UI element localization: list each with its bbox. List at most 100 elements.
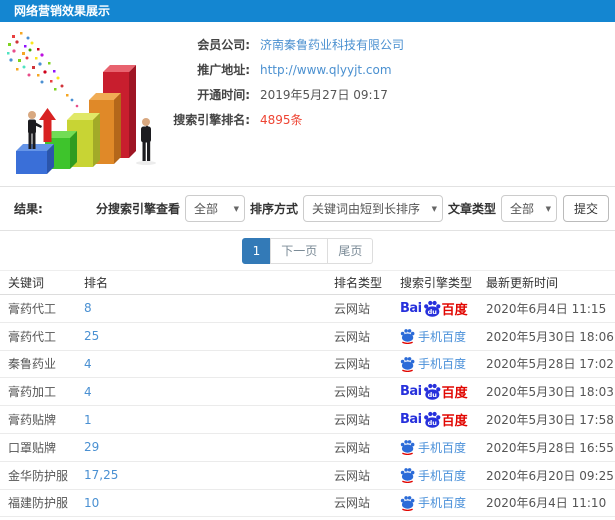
rank-type-cell: 云网站 bbox=[334, 440, 371, 455]
businessman-left bbox=[28, 111, 42, 149]
mobile-baidu-logo: 手机百度 bbox=[400, 467, 466, 484]
baidu-logo: Bai du 百度 bbox=[400, 411, 468, 430]
open-time-label: 开通时间: bbox=[197, 88, 250, 102]
engine-cell: Baidu百度 bbox=[400, 299, 486, 318]
filter-controls: 分搜索引擎查看 全部 ▼ 排序方式 关键词由短到长排序 ▼ 文章类型 全部 ▼ … bbox=[91, 195, 609, 222]
mobile-baidu-paw-icon bbox=[400, 440, 415, 456]
keyword-cell: 金华防护服 bbox=[8, 468, 69, 483]
sort-filter-select[interactable]: 关键词由短到长排序 ▼ bbox=[302, 195, 443, 222]
rank-link[interactable]: 4 bbox=[84, 385, 334, 399]
page-1-button[interactable]: 1 bbox=[241, 237, 272, 264]
next-page-button[interactable]: 下一页 bbox=[270, 237, 329, 264]
rank-type-cell: 云网站 bbox=[334, 357, 371, 372]
header-keyword: 关键词 bbox=[8, 276, 45, 290]
company-label: 会员公司: bbox=[197, 38, 250, 52]
keyword-rank-table: 关键词 排名 排名类型 搜索引擎类型 最新更新时间 膏药代工 8 云网站 Bai… bbox=[0, 270, 615, 520]
keyword-cell: 膏药贴牌 bbox=[8, 413, 57, 428]
marketing-results-page: 网络营销效果展示 会员公司: 济南秦鲁药业科技有限公司 推广地址: http:/… bbox=[0, 0, 615, 520]
article-filter-value: 全部 bbox=[509, 202, 534, 216]
info-row-opened: 开通时间: 2019年5月27日 09:17 bbox=[158, 82, 404, 107]
info-row-rank-count: 搜索引擎排名: 4895条 bbox=[158, 107, 404, 132]
baidu-logo: Bai du 百度 bbox=[400, 384, 468, 402]
updated-cell: 2020年6月4日 11:10 bbox=[486, 496, 607, 511]
title-bar: 网络营销效果展示 bbox=[0, 0, 615, 22]
chevron-down-icon: ▼ bbox=[431, 204, 437, 213]
updated-cell: 2020年5月30日 18:06 bbox=[486, 329, 614, 344]
results-section-label: 结果: bbox=[14, 202, 43, 216]
keyword-cell: 口罩贴牌 bbox=[8, 440, 57, 455]
table-header-row: 关键词 排名 排名类型 搜索引擎类型 最新更新时间 bbox=[0, 270, 615, 295]
rank-type-cell: 云网站 bbox=[334, 329, 371, 344]
header-updated: 最新更新时间 bbox=[486, 276, 559, 290]
rank-link[interactable]: 4 bbox=[84, 357, 334, 371]
table-row: 膏药贴牌 1 云网站 Bai du 百度 2020年5月30日 17:58 bbox=[0, 406, 615, 434]
chevron-down-icon: ▼ bbox=[233, 204, 239, 213]
table-row: 金华防护服 17,25 云网站 手机百度 2020年6月20日 09:25 bbox=[0, 462, 615, 490]
header-engine-type: 搜索引擎类型 bbox=[400, 276, 473, 290]
baidu-paw-icon: du bbox=[423, 300, 441, 317]
mobile-baidu-logo: 手机百度 bbox=[400, 328, 466, 345]
engine-filter-label: 分搜索引擎查看 bbox=[95, 202, 180, 216]
keyword-cell: 福建防护服 bbox=[8, 496, 69, 511]
rank-type-cell: 云网站 bbox=[334, 413, 371, 428]
keyword-cell: 膏药代工 bbox=[8, 301, 57, 316]
profile-section: 会员公司: 济南秦鲁药业科技有限公司 推广地址: http://www.qlyy… bbox=[0, 22, 615, 186]
mobile-baidu-paw-icon bbox=[400, 329, 415, 345]
baidu-paw-icon: du bbox=[423, 411, 441, 428]
engine-cell: 手机百度 bbox=[400, 467, 486, 484]
updated-cell: 2020年6月4日 11:15 bbox=[486, 301, 607, 316]
engine-cell: 手机百度 bbox=[400, 328, 486, 345]
mobile-baidu-paw-icon bbox=[400, 357, 415, 372]
promo-url-link[interactable]: http://www.qlyyjt.com bbox=[260, 63, 392, 77]
engine-filter-value: 全部 bbox=[193, 202, 218, 216]
last-page-button[interactable]: 尾页 bbox=[327, 237, 374, 264]
header-rank-type: 排名类型 bbox=[334, 276, 383, 290]
rank-link[interactable]: 8 bbox=[84, 301, 334, 315]
updated-cell: 2020年5月28日 16:55 bbox=[486, 440, 614, 455]
chevron-down-icon: ▼ bbox=[545, 204, 551, 213]
updated-cell: 2020年5月28日 17:02 bbox=[486, 357, 614, 372]
svg-text:du: du bbox=[427, 391, 437, 399]
rank-link[interactable]: 25 bbox=[84, 329, 334, 343]
mobile-baidu-logo: 手机百度 bbox=[400, 355, 466, 372]
keyword-cell: 膏药加工 bbox=[8, 385, 57, 400]
engine-cell: Baidu百度 bbox=[400, 382, 486, 401]
table-row: 膏药加工 4 云网站 Bai du 百度 2020年5月30日 18:03 bbox=[0, 378, 615, 407]
rank-type-cell: 云网站 bbox=[334, 496, 371, 511]
table-row: 膏药代工 25 云网站 手机百度 2020年5月30日 18:06 bbox=[0, 323, 615, 351]
rank-type-cell: 云网站 bbox=[334, 468, 371, 483]
promo-url-label: 推广地址: bbox=[197, 63, 250, 77]
info-row-company: 会员公司: 济南秦鲁药业科技有限公司 bbox=[158, 32, 404, 57]
rank-link[interactable]: 10 bbox=[84, 496, 334, 510]
engine-filter-select[interactable]: 全部 ▼ bbox=[184, 195, 245, 222]
header-rank: 排名 bbox=[84, 276, 109, 290]
rank-link[interactable]: 29 bbox=[84, 440, 334, 454]
article-filter-select[interactable]: 全部 ▼ bbox=[500, 195, 557, 222]
growth-chart-image bbox=[7, 32, 156, 174]
updated-cell: 2020年5月30日 18:03 bbox=[486, 385, 614, 400]
table-row: 膏药代工 8 云网站 Bai du 百度 2020年6月4日 11:15 bbox=[0, 295, 615, 323]
rank-link[interactable]: 17,25 bbox=[84, 468, 334, 482]
mobile-baidu-paw-icon bbox=[400, 496, 415, 511]
page-title: 网络营销效果展示 bbox=[14, 4, 111, 18]
engine-cell: Baidu百度 bbox=[400, 410, 486, 429]
keyword-cell: 秦鲁药业 bbox=[8, 357, 57, 372]
rank-link[interactable]: 1 bbox=[84, 413, 334, 427]
keyword-cell: 膏药代工 bbox=[8, 329, 57, 344]
svg-text:du: du bbox=[427, 308, 437, 316]
pagination: 1 下一页 尾页 bbox=[241, 237, 374, 264]
businessman-right bbox=[136, 118, 156, 165]
rank-count-label: 搜索引擎排名: bbox=[173, 113, 250, 127]
mobile-baidu-paw-icon bbox=[400, 468, 415, 484]
rank-type-cell: 云网站 bbox=[334, 385, 371, 400]
sort-filter-label: 排序方式 bbox=[249, 202, 298, 216]
svg-text:du: du bbox=[427, 419, 437, 427]
engine-cell: 手机百度 bbox=[400, 494, 486, 511]
submit-button[interactable]: 提交 bbox=[562, 195, 609, 222]
confetti-decoration bbox=[7, 32, 79, 108]
baidu-paw-icon: du bbox=[423, 384, 441, 401]
company-name-link[interactable]: 济南秦鲁药业科技有限公司 bbox=[260, 36, 404, 53]
mobile-baidu-logo: 手机百度 bbox=[400, 439, 466, 456]
engine-cell: 手机百度 bbox=[400, 355, 486, 372]
company-info-list: 会员公司: 济南秦鲁药业科技有限公司 推广地址: http://www.qlyy… bbox=[158, 32, 404, 132]
